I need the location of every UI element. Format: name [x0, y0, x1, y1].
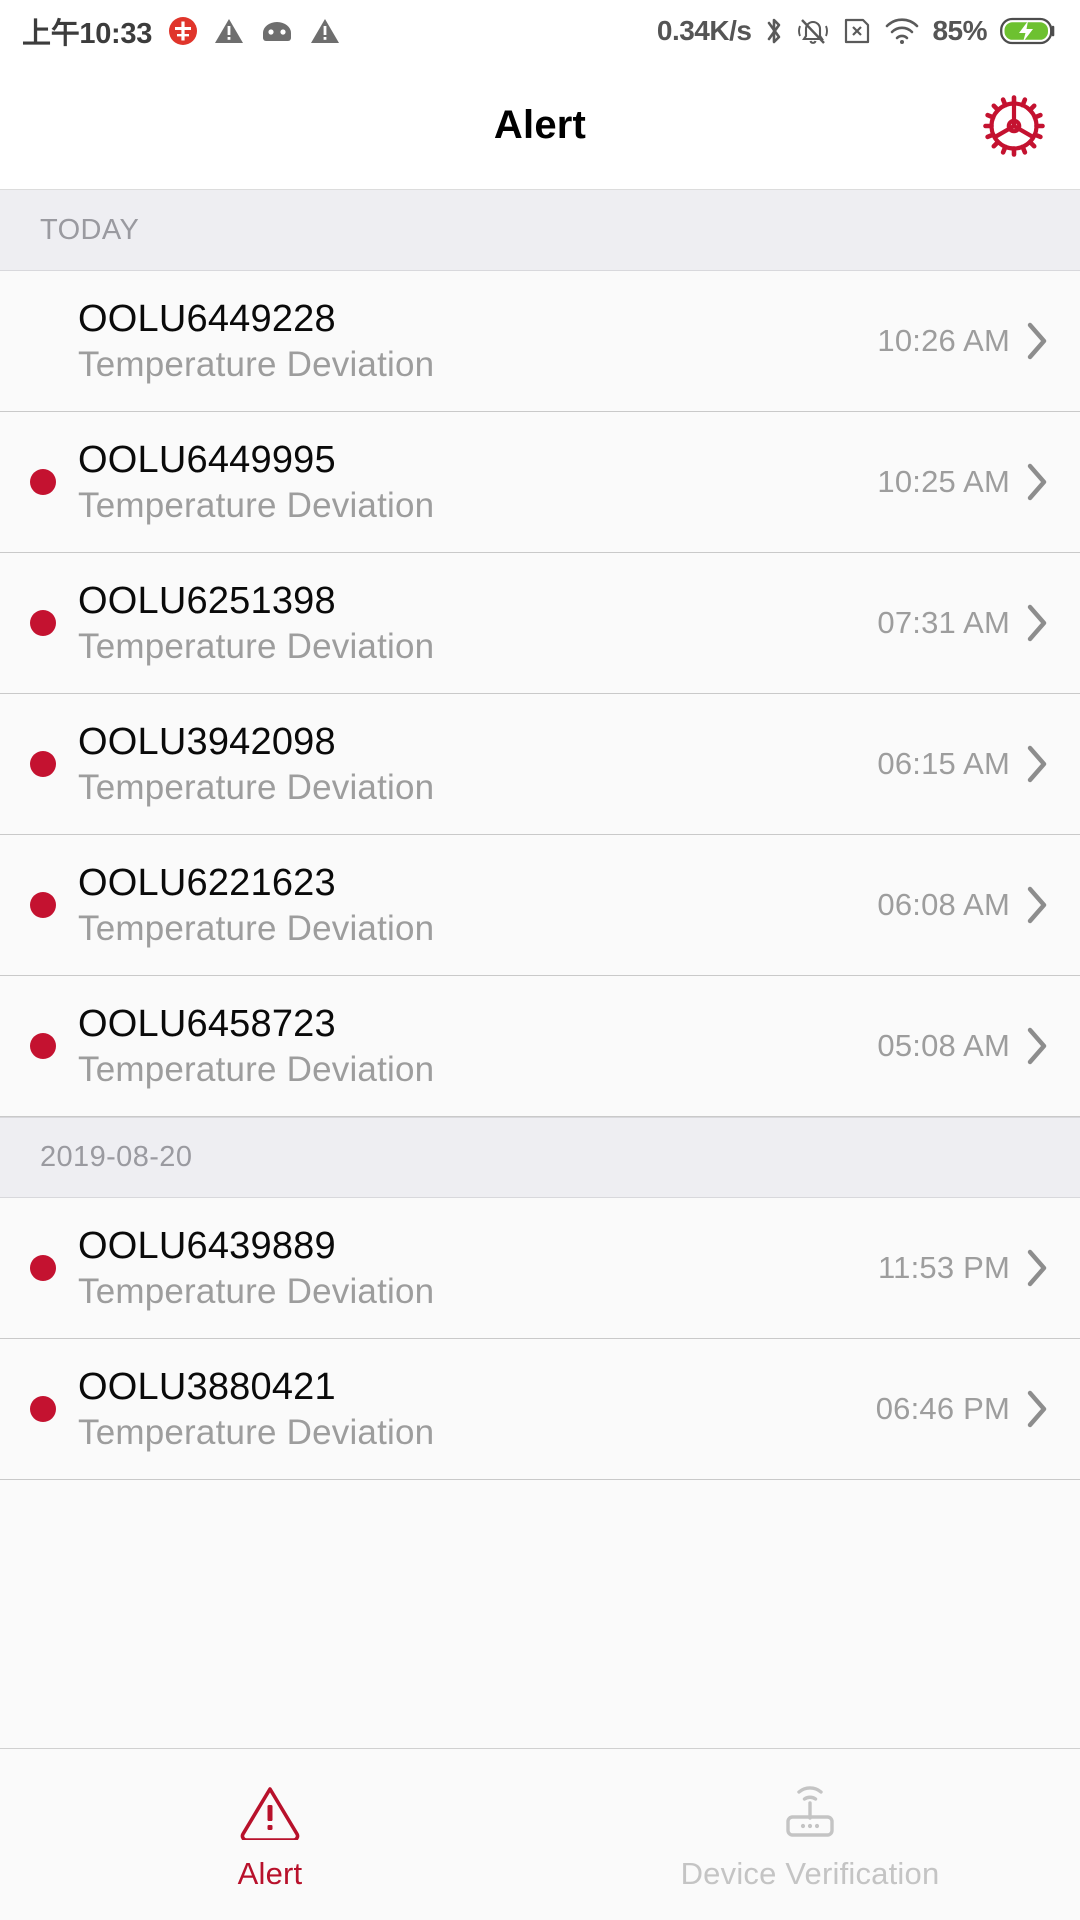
alert-type-label: Temperature Deviation: [78, 626, 435, 666]
unread-dot: [30, 1396, 56, 1422]
alert-row[interactable]: OOLU6458723 Temperature Deviation 05:08 AM: [0, 976, 1080, 1117]
tab-alert[interactable]: Alert: [0, 1749, 540, 1920]
alert-time: 06:08 AM: [877, 887, 1010, 922]
alert-row-texts: OOLU6449995 Temperature Deviation: [78, 439, 877, 525]
alert-type-label: Temperature Deviation: [78, 908, 435, 948]
alert-row[interactable]: OOLU6449228 Temperature Deviation 10:26 AM: [0, 271, 1080, 412]
tab-device-verification[interactable]: Device Verification: [540, 1749, 1080, 1920]
network-speed-label: 0.34K/s: [656, 15, 752, 46]
unread-dot: [30, 892, 56, 918]
bluetooth-icon: [764, 15, 784, 47]
status-bar-clock: 上午10:33: [22, 18, 153, 50]
alert-type-label: Temperature Deviation: [78, 1049, 435, 1089]
alert-row-texts: OOLU6458723 Temperature Deviation: [78, 1003, 877, 1089]
app-badge-icon: [168, 16, 198, 46]
unread-dot: [30, 1033, 56, 1059]
alert-container-id: OOLU6251398: [78, 580, 336, 623]
alert-type-label: Temperature Deviation: [78, 1271, 435, 1311]
alert-time: 11:53 PM: [878, 1250, 1010, 1285]
alert-type-label: Temperature Deviation: [78, 485, 435, 525]
alert-row[interactable]: OOLU6449995 Temperature Deviation 10:25 AM: [0, 412, 1080, 553]
alert-row-meta: 07:31 AM: [877, 604, 1048, 642]
unread-dot: [30, 1255, 56, 1281]
alert-container-id: OOLU6439889: [78, 1225, 336, 1268]
alert-row[interactable]: OOLU6439889 Temperature Deviation 11:53 PM: [0, 1198, 1080, 1339]
alert-container-id: OOLU6449228: [78, 298, 336, 341]
alert-time: 06:15 AM: [877, 746, 1010, 781]
alert-time: 10:25 AM: [877, 464, 1010, 499]
android-robot-icon: [260, 19, 294, 43]
chevron-right-icon: [1026, 745, 1048, 783]
alert-row-texts: OOLU3942098 Temperature Deviation: [78, 721, 877, 807]
alert-container-id: OOLU3880421: [78, 1366, 336, 1409]
bottom-navigation: Alert Device Verification: [0, 1748, 1080, 1920]
sim-card-missing-icon: [842, 16, 872, 46]
alert-container-id: OOLU3942098: [78, 721, 336, 764]
alert-time: 05:08 AM: [877, 1028, 1010, 1063]
alert-time: 06:46 PM: [875, 1391, 1010, 1426]
chevron-right-icon: [1026, 604, 1048, 642]
unread-dot: [30, 469, 56, 495]
chevron-right-icon: [1026, 1249, 1048, 1287]
gear-icon[interactable]: [978, 90, 1050, 162]
alert-row[interactable]: OOLU3880421 Temperature Deviation 06:46 PM: [0, 1339, 1080, 1480]
alert-row-texts: OOLU3880421 Temperature Deviation: [78, 1366, 876, 1452]
app-header: Alert: [0, 62, 1080, 190]
unread-dot: [30, 751, 56, 777]
alert-row[interactable]: OOLU3942098 Temperature Deviation 06:15 AM: [0, 694, 1080, 835]
alert-row-meta: 05:08 AM: [877, 1027, 1048, 1065]
section-label: TODAY: [40, 213, 140, 246]
alert-type-label: Temperature Deviation: [78, 1412, 435, 1452]
wifi-icon: [885, 17, 919, 45]
alert-container-id: OOLU6449995: [78, 439, 336, 482]
alert-row-meta: 06:08 AM: [877, 886, 1048, 924]
alert-list[interactable]: TODAY OOLU6449228 Temperature Deviation 10:…: [0, 190, 1080, 1920]
status-bar-left: 上午10:33: [22, 10, 340, 52]
battery-charging-icon: [1000, 16, 1058, 46]
list-section-header: TODAY: [0, 190, 1080, 271]
alert-row-meta: 06:15 AM: [877, 745, 1048, 783]
alert-row-texts: OOLU6439889 Temperature Deviation: [78, 1225, 878, 1311]
battery-percent-label: 85%: [932, 15, 987, 46]
unread-dot: [30, 610, 56, 636]
alert-row-meta: 06:46 PM: [876, 1390, 1048, 1428]
alert-row-texts: OOLU6221623 Temperature Deviation: [78, 862, 877, 948]
chevron-right-icon: [1026, 1390, 1048, 1428]
page-title: Alert: [493, 103, 587, 147]
alert-row[interactable]: OOLU6251398 Temperature Deviation 07:31 AM: [0, 553, 1080, 694]
alert-type-label: Temperature Deviation: [78, 767, 435, 807]
status-bar-right: 0.34K/s 85%: [657, 15, 1058, 47]
alert-container-id: OOLU6221623: [78, 862, 336, 905]
alert-type-label: Temperature Deviation: [78, 344, 435, 384]
alert-row-meta: 10:26 AM: [877, 322, 1048, 360]
section-label: 2019-08-20: [40, 1141, 193, 1173]
status-bar: 上午10:33 0.34K/s 85%: [0, 0, 1080, 62]
alert-row-texts: OOLU6251398 Temperature Deviation: [78, 580, 877, 666]
warning-triangle-icon: [310, 17, 340, 45]
tab-device-verification-label: Device Verification: [680, 1855, 940, 1891]
alert-row-meta: 11:53 PM: [878, 1249, 1048, 1287]
alert-time: 10:26 AM: [877, 323, 1010, 358]
warning-triangle-icon: [239, 1778, 301, 1840]
alert-time: 07:31 AM: [877, 605, 1010, 640]
alert-row-texts: OOLU6449228 Temperature Deviation: [78, 298, 877, 384]
chevron-right-icon: [1026, 1027, 1048, 1065]
chevron-right-icon: [1026, 322, 1048, 360]
alert-row[interactable]: OOLU6221623 Temperature Deviation 06:08 AM: [0, 835, 1080, 976]
list-section-header: 2019-08-20: [0, 1117, 1080, 1198]
alert-row-meta: 10:25 AM: [877, 463, 1048, 501]
chevron-right-icon: [1026, 886, 1048, 924]
silent-bell-icon: [797, 16, 829, 46]
alert-container-id: OOLU6458723: [78, 1003, 336, 1046]
router-wifi-icon: [775, 1778, 845, 1840]
tab-alert-label: Alert: [237, 1855, 303, 1891]
warning-triangle-icon: [214, 17, 244, 45]
chevron-right-icon: [1026, 463, 1048, 501]
